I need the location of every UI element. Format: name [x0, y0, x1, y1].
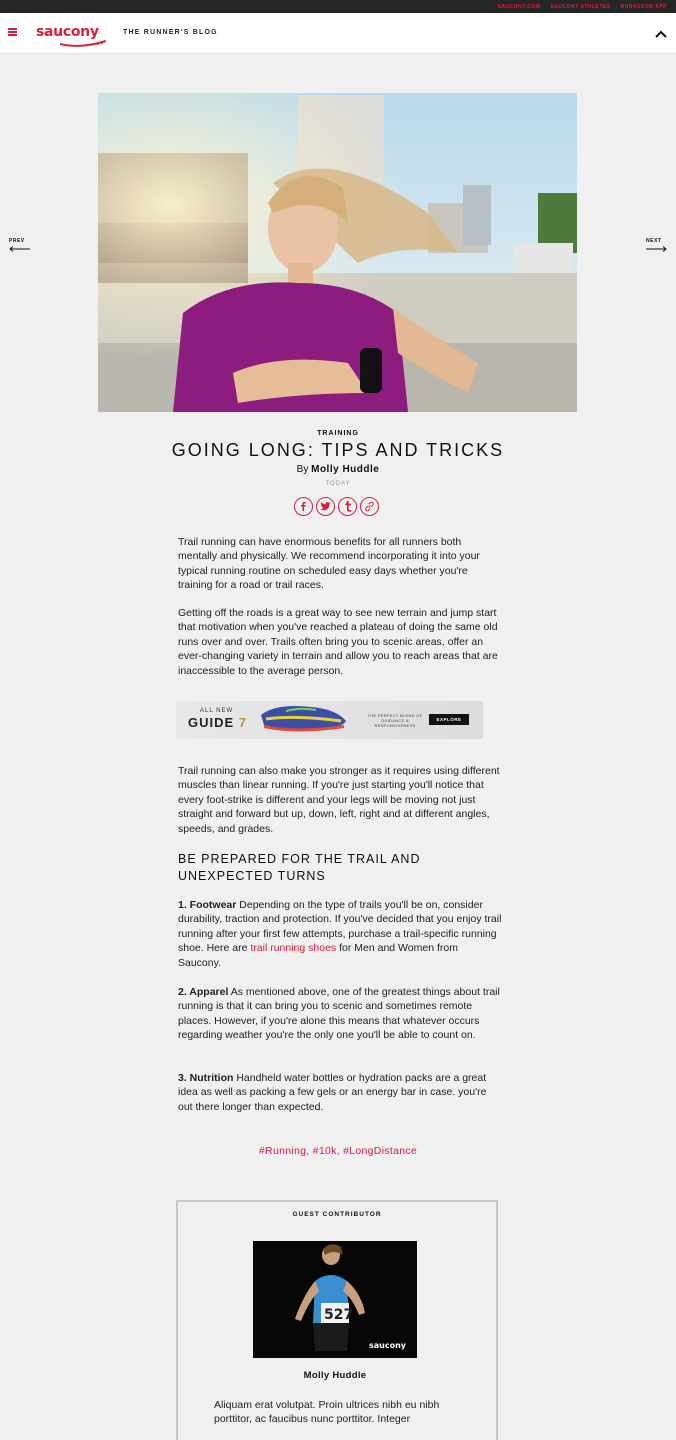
hero-image: [98, 93, 577, 412]
article-date: TODAY: [325, 481, 351, 487]
utility-bar: SAUCONY.COM SAUCONY ATHLETES RUN4GOOD AP…: [0, 0, 676, 13]
shoe-image: [261, 706, 346, 732]
saucony-athletes-link[interactable]: SAUCONY ATHLETES: [550, 4, 610, 10]
contributor-name[interactable]: Molly Huddle: [176, 1370, 494, 1381]
article-tags[interactable]: #Running, #10k, #LongDistance: [0, 1145, 676, 1157]
paragraph-2: Getting off the roads is a great way to …: [178, 607, 498, 677]
contributor-photo: 527 saucony: [253, 1241, 417, 1358]
prev-article-link[interactable]: PREV: [9, 238, 30, 252]
contributor-bib-number: 527: [324, 1307, 353, 1323]
paragraph-intro: Trail running can have enormous benefits…: [178, 536, 480, 592]
arrow-left-icon: [9, 246, 30, 252]
tip-nutrition: 3. Nutrition Handheld water bottles or h…: [178, 1071, 503, 1114]
next-article-link[interactable]: NEXT: [646, 238, 667, 252]
section-heading: BE PREPARED FOR THE TRAIL AND UNEXPECTED…: [178, 852, 421, 883]
tip-footwear: 1. Footwear Depending on the type of tra…: [178, 898, 503, 970]
twitter-icon[interactable]: [316, 497, 335, 516]
logo-swoosh-icon: [60, 40, 107, 47]
arrow-right-icon: [646, 246, 667, 252]
byline-prefix: By: [296, 464, 309, 475]
prev-label: PREV: [9, 238, 25, 244]
link-icon[interactable]: [360, 497, 379, 516]
paragraph-3: Trail running can also make you stronger…: [178, 765, 500, 835]
tip-apparel-title: 2. Apparel: [178, 986, 229, 998]
ad-guide-number: 7: [238, 715, 248, 730]
facebook-icon[interactable]: [294, 497, 313, 516]
ad-explore-button[interactable]: EXPLORE: [429, 714, 469, 725]
article-byline: By Molly Huddle: [0, 464, 676, 475]
article-title: GOING LONG: TIPS AND TRICKS: [171, 440, 505, 460]
site-header: saucony THE RUNNER'S BLOG: [0, 13, 676, 54]
trail-running-shoes-link[interactable]: trail running shoes: [250, 942, 336, 954]
tumblr-icon[interactable]: [338, 497, 357, 516]
menu-icon[interactable]: [8, 28, 17, 36]
ad-guide-title: GUIDE 7: [188, 715, 247, 730]
contributor-photo-logo: saucony: [369, 1341, 407, 1350]
blog-title[interactable]: THE RUNNER'S BLOG: [123, 29, 218, 36]
chevron-up-icon[interactable]: [654, 27, 668, 41]
ad-all-new: ALL NEW: [200, 708, 234, 714]
ad-tagline: THE PERFECT BLEND OF GUIDANCE & RESPONSI…: [367, 713, 423, 728]
saucony-logo[interactable]: saucony: [36, 24, 99, 40]
next-label: NEXT: [646, 238, 662, 244]
share-buttons: [294, 497, 379, 516]
saucony-com-link[interactable]: SAUCONY.COM: [497, 4, 540, 10]
author-name[interactable]: Molly Huddle: [311, 464, 379, 475]
tip-footwear-title: 1. Footwear: [178, 899, 237, 911]
run4good-app-link[interactable]: RUN4GOOD APP: [621, 4, 667, 10]
tip-apparel: 2. Apparel As mentioned above, one of th…: [178, 985, 503, 1043]
article-category[interactable]: TRAINING: [0, 430, 676, 437]
contributor-label: GUEST CONTRIBUTOR: [292, 1211, 382, 1218]
tip-nutrition-title: 3. Nutrition: [178, 1072, 234, 1084]
contributor-bio: Aliquam erat volutpat. Proin ultrices ni…: [214, 1399, 440, 1426]
guide-7-ad-banner[interactable]: ALL NEW GUIDE 7 THE PERFECT BLEND OF GUI…: [176, 701, 483, 739]
ad-guide-word: GUIDE: [188, 715, 235, 730]
